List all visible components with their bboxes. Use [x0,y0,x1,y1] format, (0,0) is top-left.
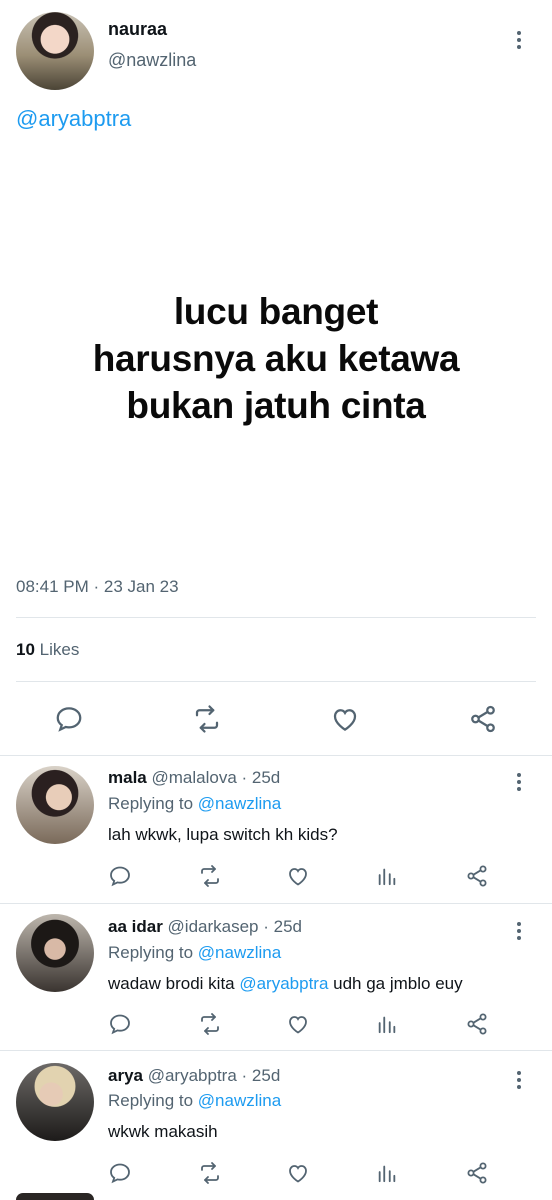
share-icon[interactable] [465,864,489,888]
more-vertical-icon[interactable] [508,1068,530,1092]
divider [16,681,536,682]
analytics-icon[interactable] [376,1162,398,1184]
heart-icon[interactable] [286,1161,310,1185]
reply-author-name[interactable]: aa idar [108,917,163,936]
replying-to: Replying to @nawzlina [108,1091,281,1111]
share-icon[interactable] [468,703,498,735]
avatar[interactable] [16,766,94,844]
reply-icon[interactable] [108,1161,132,1185]
retweet-icon[interactable] [197,1161,223,1185]
heart-icon[interactable] [286,864,310,888]
tweet-timestamp: 08:41 PM · 23 Jan 23 [16,577,179,596]
reply-icon[interactable] [108,864,132,888]
tweet-text: lucu banget harusnya aku ketawa bukan ja… [0,288,552,429]
tweet-text-line: harusnya aku ketawa [92,338,460,379]
share-icon[interactable] [465,1012,489,1036]
reply-text-part: udh ga jmblo euy [328,974,463,993]
tweet-mention[interactable]: @aryabptra [16,106,131,132]
reply-header: mala @malalova · 25d [108,768,280,788]
reply-text: wadaw brodi kita @aryabptra udh ga jmblo… [108,974,463,994]
likes-label: Likes [39,640,80,659]
reply-age: · 25d [241,1066,281,1085]
reply-author-name[interactable]: arya [108,1066,143,1085]
reply-icon[interactable] [54,704,84,734]
reply-age: · 25d [241,768,281,787]
tweet-text-line: bukan jatuh cinta [126,385,426,426]
avatar[interactable] [16,1063,94,1141]
more-vertical-icon[interactable] [508,770,530,794]
replying-to-handle[interactable]: @nawzlina [198,943,281,962]
more-vertical-icon[interactable] [508,919,530,943]
avatar[interactable] [16,1193,94,1200]
reply-text-part: wadaw brodi kita [108,974,240,993]
reply-text: lah wkwk, lupa switch kh kids? [108,825,338,844]
heart-icon[interactable] [286,1012,310,1036]
divider [16,617,536,618]
reply-age: · 25d [263,917,302,936]
reply-author-handle[interactable]: @idarkasep [168,917,259,936]
analytics-icon[interactable] [376,1013,398,1035]
reply-header: aa idar @idarkasep · 25d [108,917,302,937]
retweet-icon[interactable] [197,1012,223,1036]
avatar[interactable] [16,914,94,992]
heart-icon[interactable] [330,704,360,734]
author-handle[interactable]: @nawzlina [108,50,196,71]
replying-to: Replying to @nawzlina [108,943,281,963]
reply-text: wkwk makasih [108,1122,218,1141]
more-vertical-icon[interactable] [508,28,530,52]
divider [0,755,552,756]
replying-to-label: Replying to [108,1091,194,1110]
retweet-icon[interactable] [197,864,223,888]
replying-to-handle[interactable]: @nawzlina [198,794,281,813]
reply-text-mention[interactable]: @aryabptra [239,974,328,993]
replying-to-label: Replying to [108,794,194,813]
tweet-text-line: lucu banget [173,291,379,332]
reply-header: arya @aryabptra · 25d [108,1066,280,1086]
likes-number: 10 [16,640,35,659]
replying-to-handle[interactable]: @nawzlina [198,1091,281,1110]
replying-to-label: Replying to [108,943,194,962]
reply-author-name[interactable]: mala [108,768,147,787]
likes-count[interactable]: 10 Likes [16,640,79,660]
reply-author-handle[interactable]: @aryabptra [148,1066,237,1085]
divider [0,903,552,904]
retweet-icon[interactable] [191,704,223,734]
author-name[interactable]: nauraa [108,19,167,40]
divider [0,1050,552,1051]
reply-icon[interactable] [108,1012,132,1036]
reply-author-handle[interactable]: @malalova [151,768,236,787]
replying-to: Replying to @nawzlina [108,794,281,814]
share-icon[interactable] [465,1161,489,1185]
author-avatar[interactable] [16,12,94,90]
analytics-icon[interactable] [376,865,398,887]
